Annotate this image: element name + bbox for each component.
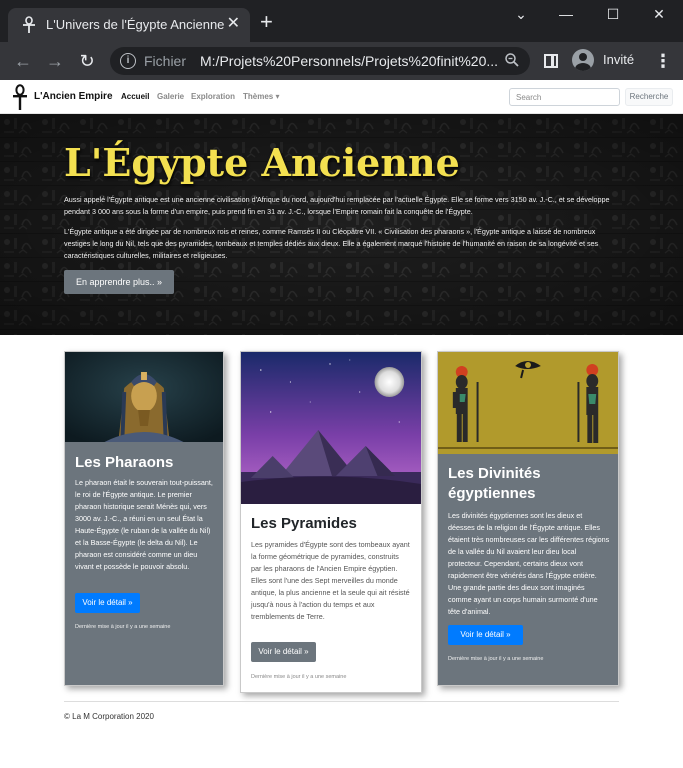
card-text-divinites: Les divinités égyptiennes sont les dieux… — [448, 511, 610, 616]
footer-divider — [64, 701, 619, 702]
footer-copyright: © La M Corporation 2020 — [64, 712, 154, 721]
ankh-favicon-icon — [23, 16, 35, 33]
hero-paragraph-2: L'Égypte antique a été dirigée par de no… — [64, 227, 599, 260]
view-detail-button-divinites[interactable]: Voir le détail » — [448, 625, 523, 645]
url-scheme: Fichier — [144, 53, 187, 69]
zoom-icon[interactable] — [504, 52, 520, 68]
close-window-icon[interactable]: ✕ — [644, 6, 674, 23]
card-footer-pyramides: Dernière mise à jour il y a une semaine — [251, 674, 347, 680]
forward-arrow-icon[interactable]: → — [44, 51, 66, 71]
info-icon[interactable]: i — [120, 53, 136, 69]
card-title-pyramides: Les Pyramides — [251, 515, 357, 532]
close-tab-icon[interactable]: ✕ — [227, 15, 240, 33]
chevron-down-icon[interactable]: ⌄ — [506, 6, 536, 23]
hero-jumbotron: L'Égypte Ancienne Aussi appelé l'Égypte … — [0, 114, 683, 335]
hero-paragraph-1: Aussi appelé l'Égypte antique est une an… — [64, 195, 610, 216]
nav-link-exploration[interactable]: Exploration — [191, 92, 235, 101]
url-text[interactable]: M:/Projets%20Personnels/Projets%20finit%… — [200, 53, 500, 69]
browser-tab[interactable]: L'Univers de l'Égypte Ancienne ✕ — [8, 8, 250, 42]
card-pyramides: Les Pyramides Les pyramides d'Égypte son… — [240, 351, 422, 693]
address-bar[interactable]: i Fichier M:/Projets%20Personnels/Projet… — [110, 47, 530, 75]
browser-toolbar: ← → ↻ i Fichier M:/Projets%20Personnels/… — [0, 42, 683, 80]
card-footer-divinites: Dernière mise à jour il y a une semaine — [448, 656, 544, 662]
nav-link-galerie[interactable]: Galerie — [157, 92, 184, 101]
search-button[interactable]: Recherche — [625, 88, 673, 106]
card-text-pharaons: Le pharaon était le souverain tout-puiss… — [75, 478, 213, 571]
maximize-icon[interactable]: ☐ — [598, 6, 628, 23]
nav-link-accueil[interactable]: Accueil — [121, 92, 149, 101]
profile-name: Invité — [603, 52, 635, 67]
search-input[interactable] — [509, 88, 620, 106]
card-text-pyramides: Les pyramides d'Égypte sont des tombeaux… — [251, 540, 410, 621]
minimize-icon[interactable]: — — [551, 6, 581, 22]
card-title-pharaons: Les Pharaons — [75, 454, 174, 471]
new-tab-icon[interactable]: + — [260, 11, 273, 33]
learn-more-button[interactable]: En apprendre plus.. » — [64, 270, 174, 294]
avatar-icon — [572, 49, 594, 71]
reload-icon[interactable]: ↻ — [76, 51, 98, 71]
card-footer-pharaons: Dernière mise à jour il y a une semaine — [75, 624, 171, 630]
egyptian-gods-image — [438, 352, 618, 454]
site-navbar: L'Ancien Empire Accueil Galerie Explorat… — [0, 80, 683, 114]
view-detail-button-pyramides[interactable]: Voir le détail » — [251, 642, 316, 662]
hero-title: L'Égypte Ancienne — [64, 140, 460, 185]
menu-dots-icon[interactable]: ⋮ — [654, 52, 672, 70]
brand-name: L'Ancien Empire — [34, 91, 113, 102]
pyramids-night-image — [241, 352, 421, 504]
pharaoh-mask-image — [65, 352, 223, 442]
ankh-logo-icon — [13, 84, 27, 110]
side-panel-icon[interactable] — [544, 54, 558, 68]
browser-titlebar: L'Univers de l'Égypte Ancienne ✕ + ⌄ — ☐… — [0, 0, 683, 42]
card-title-divinites: Les Divinités égyptiennes — [448, 465, 541, 502]
card-divinites: Les Divinités égyptiennes Les divinités … — [437, 351, 619, 686]
back-arrow-icon[interactable]: ← — [12, 51, 34, 71]
tab-title: L'Univers de l'Égypte Ancienne — [46, 17, 225, 32]
card-pharaons: Les Pharaons Le pharaon était le souvera… — [64, 351, 224, 686]
view-detail-button-pharaons[interactable]: Voir le détail » — [75, 593, 140, 613]
nav-link-themes-dropdown[interactable]: Thèmes ▾ — [243, 92, 279, 101]
